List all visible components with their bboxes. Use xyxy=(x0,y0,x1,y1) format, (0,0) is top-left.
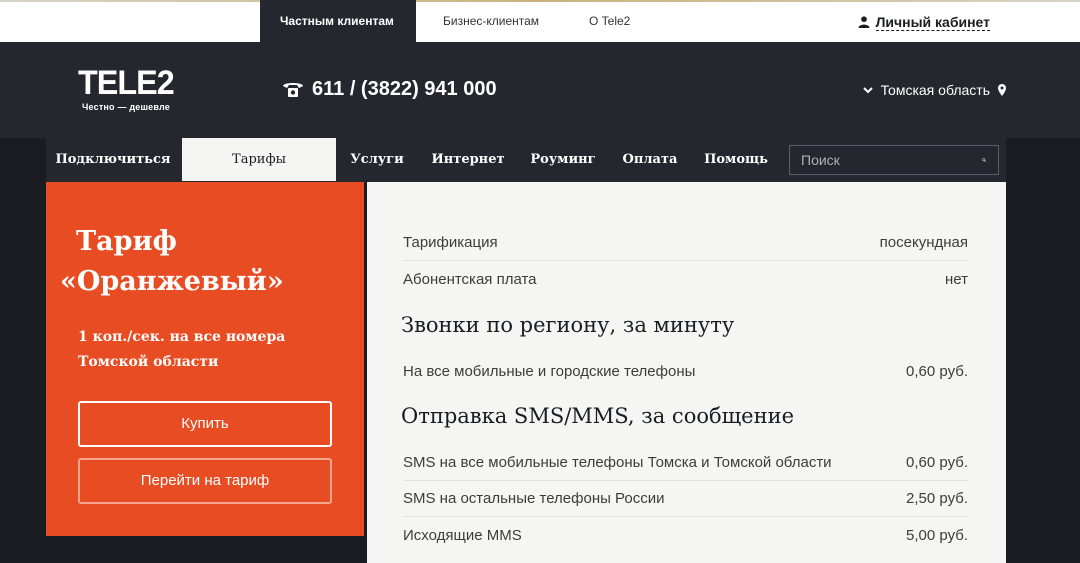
user-icon xyxy=(858,16,870,28)
region-name: Томская область xyxy=(880,82,990,98)
chevron-down-icon xyxy=(862,87,873,94)
detail-label: Исходящие MMS xyxy=(403,526,522,544)
site-header: TELE2 Честно — дешевле 611 / (3822) 941 … xyxy=(0,42,1080,138)
detail-value: 2,50 руб. xyxy=(906,490,968,507)
top-bar: Частным клиентам Бизнес-клиентам О Tele2… xyxy=(0,0,1080,42)
nav-item-internet[interactable]: Интернет xyxy=(428,138,508,181)
nav-item-connect[interactable]: Подключиться xyxy=(46,138,180,181)
personal-cabinet-link[interactable]: Личный кабинет xyxy=(858,12,990,32)
detail-value: посекундная xyxy=(879,234,968,251)
detail-row: На все мобильные и городские телефоны 0,… xyxy=(403,353,968,389)
personal-cabinet-label: Личный кабинет xyxy=(875,13,990,31)
sms-section-title: Отправка SMS/MMS, за сообщение xyxy=(401,404,794,428)
detail-label: Абонентская плата xyxy=(403,270,537,288)
nav-item-tariffs[interactable]: Тарифы xyxy=(182,138,336,181)
logo-mark: TELE2 xyxy=(78,64,175,102)
tariff-title: Тариф «Оранжевый» xyxy=(60,222,350,302)
detail-value: 0,60 руб. xyxy=(906,454,968,471)
buy-button[interactable]: Купить xyxy=(78,401,332,447)
detail-row: Абонентская плата нет xyxy=(403,261,968,297)
logo-slogan: Честно — дешевле xyxy=(82,102,171,112)
tele2-logo[interactable]: TELE2 Честно — дешевле xyxy=(78,66,178,118)
switch-tariff-button[interactable]: Перейти на тариф xyxy=(78,458,332,504)
detail-label: SMS на остальные телефоны России xyxy=(403,490,665,507)
detail-row: SMS на все мобильные телефоны Томска и Т… xyxy=(403,445,968,481)
detail-row: Тарификация посекундная xyxy=(403,225,968,261)
tab-business-clients[interactable]: Бизнес-клиентам xyxy=(423,0,559,42)
detail-label: На все мобильные и городские телефоны xyxy=(403,362,696,380)
main-nav: Подключиться Тарифы Услуги Интернет Роум… xyxy=(46,138,1006,182)
nav-item-roaming[interactable]: Роуминг xyxy=(524,138,602,181)
detail-row: Исходящие MMS 5,00 руб. xyxy=(403,517,968,553)
search-icon[interactable] xyxy=(982,152,986,168)
nav-item-help[interactable]: Помощь xyxy=(702,138,770,181)
tariff-description: 1 коп./сек. на все номера Томской област… xyxy=(78,325,348,375)
nav-item-services[interactable]: Услуги xyxy=(342,138,412,181)
nav-item-payment[interactable]: Оплата xyxy=(618,138,682,181)
phone-number: 611 / (3822) 941 000 xyxy=(312,77,497,100)
detail-label: SMS на все мобильные телефоны Томска и Т… xyxy=(403,454,832,471)
calls-section-title: Звонки по региону, за минуту xyxy=(401,313,735,337)
search-box xyxy=(789,145,999,175)
support-phone: 611 / (3822) 941 000 xyxy=(282,76,497,102)
search-input[interactable] xyxy=(790,146,982,174)
detail-value: нет xyxy=(945,270,968,288)
detail-value: 5,00 руб. xyxy=(906,526,968,544)
tab-about-tele2[interactable]: О Tele2 xyxy=(569,0,650,42)
tariff-description-line2: Томской области xyxy=(78,354,219,370)
detail-label: Тарификация xyxy=(403,234,498,251)
tab-private-clients[interactable]: Частным клиентам xyxy=(260,0,416,42)
tariff-card: Тариф «Оранжевый» 1 коп./сек. на все ном… xyxy=(46,182,364,536)
location-pin-icon xyxy=(998,84,1006,96)
detail-row: SMS на остальные телефоны России 2,50 ру… xyxy=(403,481,968,517)
tariff-description-line1: 1 коп./сек. на все номера xyxy=(78,329,286,345)
region-selector[interactable]: Томская область xyxy=(862,80,1006,100)
tariff-title-line1: Тариф xyxy=(76,226,177,257)
phone-icon xyxy=(283,83,303,97)
tariff-details: Тарификация посекундная Абонентская плат… xyxy=(367,182,1006,563)
tariff-title-line2: «Оранжевый» xyxy=(60,266,284,297)
detail-value: 0,60 руб. xyxy=(906,362,968,380)
